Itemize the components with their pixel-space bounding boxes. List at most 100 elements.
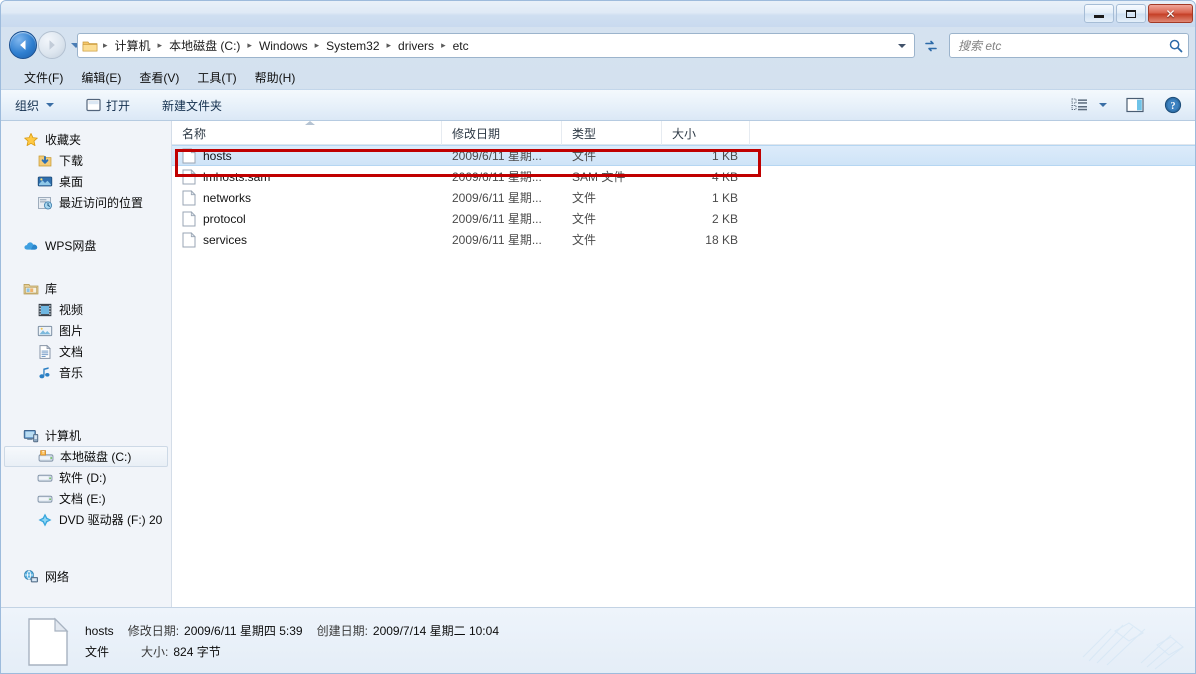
chevron-down-icon [1099, 103, 1107, 107]
preview-pane-button[interactable] [1121, 94, 1149, 116]
file-name-cell: lmhosts.sam [172, 166, 442, 187]
sidebar-item-dvd-drive-f[interactable]: DVD 驱动器 (F:) 20 [1, 509, 171, 530]
chevron-down-icon [46, 103, 54, 107]
search-icon[interactable] [1168, 38, 1184, 54]
new-folder-button[interactable]: 新建文件夹 [154, 93, 230, 118]
column-header-name[interactable]: 名称 [172, 121, 442, 145]
column-header-size[interactable]: 大小 [662, 121, 750, 145]
menu-view[interactable]: 查看(V) [130, 66, 188, 89]
file-date: 2009/6/11 星期... [442, 145, 562, 166]
menu-help[interactable]: 帮助(H) [246, 66, 305, 89]
file-type: 文件 [562, 208, 662, 229]
breadcrumb-item-system32[interactable]: System32 [321, 37, 384, 55]
details-text-block: hosts 修改日期: 2009/6/11 星期四 5:39 创建日期: 200… [85, 621, 499, 663]
file-name: protocol [203, 212, 246, 226]
address-dropdown-button[interactable] [893, 34, 911, 57]
sidebar-item-videos[interactable]: 视频 [1, 299, 171, 320]
minimize-icon [1094, 15, 1104, 18]
documents-icon [37, 344, 53, 360]
table-row[interactable]: protocol 2009/6/11 星期... 文件 2 KB [172, 208, 1196, 229]
breadcrumb-item-computer[interactable]: 计算机 [110, 35, 156, 56]
sidebar-item-downloads[interactable]: 下载 [1, 150, 171, 171]
harddisk-system-icon [38, 449, 54, 465]
file-rows-container: hosts 2009/6/11 星期... 文件 1 KB lmhosts.sa… [172, 145, 1196, 250]
breadcrumb-separator: ▸ [385, 40, 394, 51]
file-size: 1 KB [662, 145, 750, 166]
file-name-cell: services [172, 229, 442, 250]
file-name-cell: hosts [172, 145, 442, 166]
menu-file[interactable]: 文件(F) [15, 66, 72, 89]
table-row[interactable]: networks 2009/6/11 星期... 文件 1 KB [172, 187, 1196, 208]
sidebar-label: 本地磁盘 (C:) [60, 448, 131, 465]
nav-spacer [1, 534, 171, 566]
breadcrumb-item-etc[interactable]: etc [448, 37, 474, 55]
sidebar-item-disk-d[interactable]: 软件 (D:) [1, 467, 171, 488]
file-list-pane[interactable]: 名称 修改日期 类型 大小 [172, 121, 1196, 607]
desktop-icon [37, 174, 53, 190]
network-icon [23, 569, 39, 585]
breadcrumb-separator: ▸ [439, 40, 448, 51]
search-input[interactable] [958, 39, 1168, 53]
harddisk-icon [37, 470, 53, 486]
sidebar-item-disk-e[interactable]: 文档 (E:) [1, 488, 171, 509]
file-name: hosts [203, 149, 232, 163]
organize-label: 组织 [15, 97, 39, 114]
refresh-button[interactable] [919, 33, 943, 58]
breadcrumb-item-windows[interactable]: Windows [254, 37, 313, 55]
sidebar-item-favorites[interactable]: 收藏夹 [1, 129, 171, 150]
file-date: 2009/6/11 星期... [442, 208, 562, 229]
file-size: 1 KB [662, 187, 750, 208]
minimize-button[interactable] [1084, 4, 1114, 23]
file-date: 2009/6/11 星期... [442, 229, 562, 250]
explorer-window: ✕ ▸ 计算机 [0, 0, 1196, 674]
back-button[interactable] [9, 31, 37, 59]
close-button[interactable]: ✕ [1148, 4, 1193, 23]
file-size: 4 KB [662, 166, 750, 187]
back-arrow-icon [15, 37, 31, 53]
sidebar-item-computer[interactable]: 计算机 [1, 425, 171, 446]
open-button[interactable]: 打开 [78, 93, 138, 118]
sidebar-item-libraries[interactable]: 库 [1, 278, 171, 299]
help-button[interactable]: ? [1159, 93, 1187, 117]
forward-button[interactable] [38, 31, 66, 59]
menu-edit[interactable]: 编辑(E) [72, 66, 130, 89]
library-icon [23, 281, 39, 297]
file-date: 2009/6/11 星期... [442, 166, 562, 187]
computer-icon [23, 428, 39, 444]
address-bar[interactable]: ▸ 计算机 ▸ 本地磁盘 (C:) ▸ Windows ▸ System32 ▸… [77, 33, 915, 58]
toolbar-right-group: ? [1067, 93, 1196, 117]
navigation-pane[interactable]: 收藏夹 下载 桌面 [1, 121, 172, 607]
sidebar-item-network[interactable]: 网络 [1, 566, 171, 587]
sidebar-item-desktop[interactable]: 桌面 [1, 171, 171, 192]
menu-tools[interactable]: 工具(T) [188, 66, 245, 89]
table-row[interactable]: lmhosts.sam 2009/6/11 星期... SAM 文件 4 KB [172, 166, 1196, 187]
breadcrumb-item-drivers[interactable]: drivers [393, 37, 439, 55]
sidebar-item-pictures[interactable]: 图片 [1, 320, 171, 341]
sidebar-item-wps-cloud[interactable]: WPS网盘 [1, 235, 171, 256]
table-row[interactable]: services 2009/6/11 星期... 文件 18 KB [172, 229, 1196, 250]
sidebar-label: 计算机 [45, 427, 81, 444]
view-options-button[interactable] [1067, 95, 1111, 116]
sidebar-label: DVD 驱动器 (F:) 20 [59, 511, 162, 528]
sidebar-item-music[interactable]: 音乐 [1, 362, 171, 383]
forward-arrow-icon [44, 37, 60, 53]
maximize-button[interactable] [1116, 4, 1146, 23]
breadcrumb-item-local-disk[interactable]: 本地磁盘 (C:) [164, 35, 245, 56]
organize-button[interactable]: 组织 [7, 93, 62, 118]
star-icon [23, 132, 39, 148]
video-icon [37, 302, 53, 318]
nav-spacer [1, 217, 171, 235]
view-list-icon [1071, 98, 1088, 113]
file-name: networks [203, 191, 251, 205]
sidebar-label: 网络 [45, 568, 69, 585]
search-box[interactable] [949, 33, 1189, 58]
column-header-date[interactable]: 修改日期 [442, 121, 562, 145]
table-row[interactable]: hosts 2009/6/11 星期... 文件 1 KB [172, 145, 1196, 166]
sidebar-item-recent-places[interactable]: 最近访问的位置 [1, 192, 171, 213]
column-header-row: 名称 修改日期 类型 大小 [172, 121, 1196, 145]
sidebar-item-documents[interactable]: 文档 [1, 341, 171, 362]
column-header-type[interactable]: 类型 [562, 121, 662, 145]
file-icon [182, 190, 196, 206]
sidebar-item-local-disk-c[interactable]: 本地磁盘 (C:) [4, 446, 168, 467]
details-line-1: hosts 修改日期: 2009/6/11 星期四 5:39 创建日期: 200… [85, 621, 499, 642]
